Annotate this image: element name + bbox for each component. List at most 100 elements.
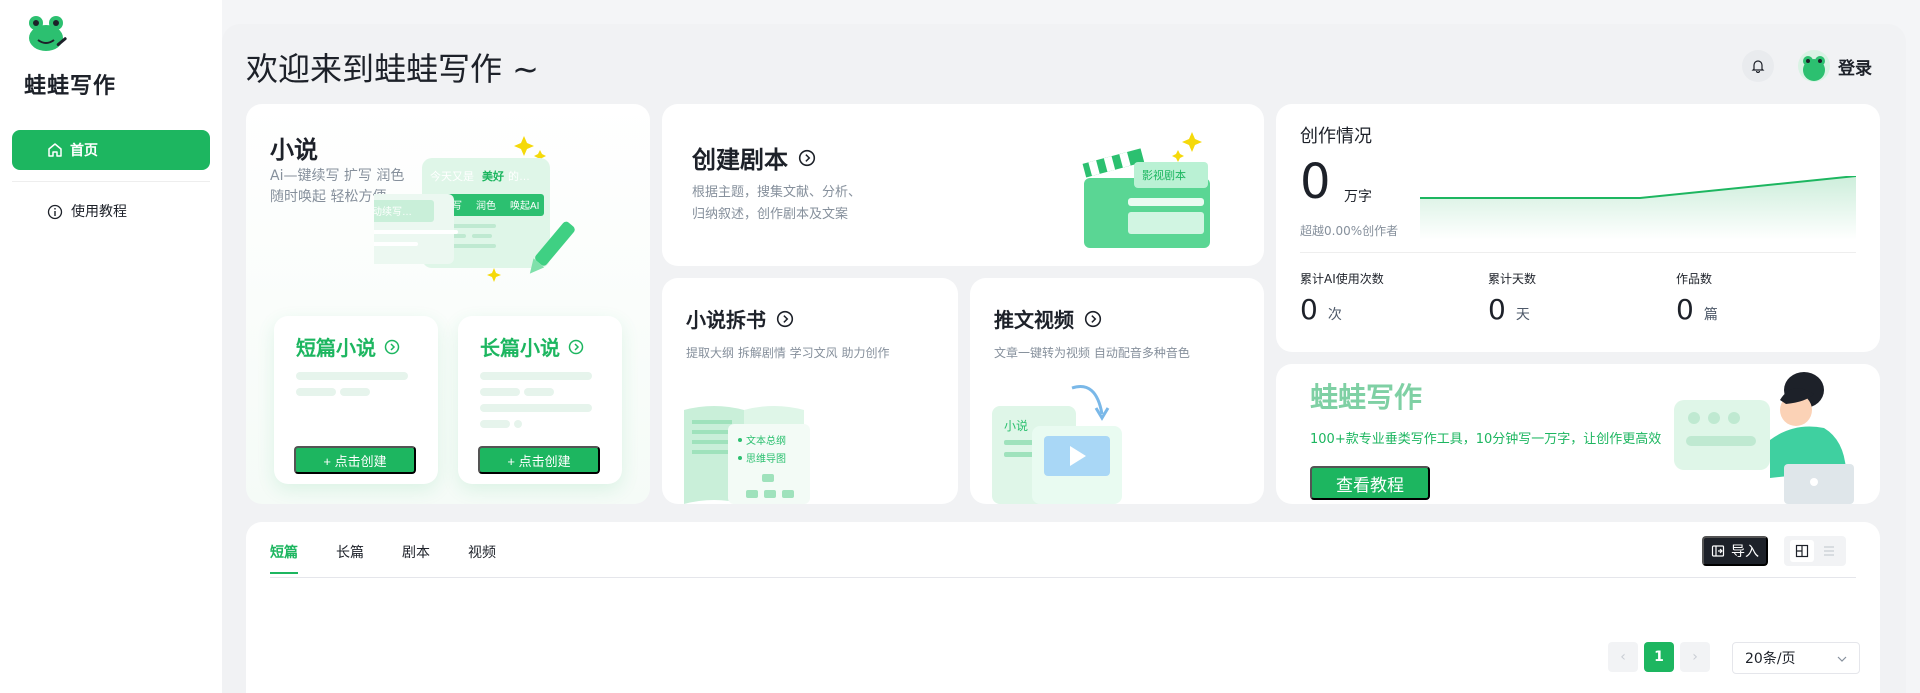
next-page-button[interactable]: ›: [1680, 642, 1710, 672]
novel-chip3: 唤起AI: [510, 199, 539, 212]
arrow-circle-icon: [798, 149, 816, 166]
tabs-underline: [270, 577, 1856, 578]
list-icon: [1823, 546, 1834, 556]
page-size-select[interactable]: 20条/页: [1732, 642, 1860, 674]
chevron-down-icon: [1837, 656, 1847, 662]
arrow-circle-icon: [568, 339, 584, 354]
metric-ai-usage: 累计AI使用次数 0次: [1300, 270, 1384, 326]
clapperboard-illustration: 影视剧本: [1082, 132, 1210, 248]
frog-logo-icon[interactable]: [26, 14, 70, 54]
page-button-current[interactable]: 1: [1644, 642, 1674, 672]
works-tabs: 短篇 长篇 剧本 视频: [270, 542, 496, 574]
brand-name: 蛙蛙写作: [24, 74, 117, 99]
frog-avatar-icon: [1803, 56, 1825, 81]
sidebar-item-tutorial[interactable]: 使用教程: [12, 196, 210, 226]
import-button[interactable]: 导入: [1702, 536, 1768, 566]
novel-split-desc: 提取大纲 拆解剧情 学习文风 助力创作: [686, 346, 890, 360]
works-list-card: 短篇 长篇 剧本 视频 导入 ‹ 1 › 20条/页: [246, 522, 1880, 693]
tab-video[interactable]: 视频: [468, 542, 496, 574]
writer-illustration: [1674, 372, 1854, 504]
view-tutorial-button[interactable]: 查看教程: [1310, 466, 1430, 500]
placeholder-line: [296, 388, 336, 396]
metric-ai-usage-label: 累计AI使用次数: [1300, 272, 1384, 286]
create-script-card[interactable]: 创建剧本 根据主题，搜集文献、分析、 归纳叙述，创作剧本及文案 影视剧本: [662, 104, 1264, 266]
prev-page-button[interactable]: ‹: [1608, 642, 1638, 672]
arrow-circle-icon: [1084, 310, 1102, 327]
script-desc-line2: 归纳叙述，创作剧本及文案: [692, 207, 849, 222]
split-illus-item2: 思维导图: [746, 452, 786, 465]
bell-icon: [1751, 60, 1765, 73]
tweet-video-title-label: 推文视频: [994, 308, 1074, 332]
novel-bubble-text3: 的…: [508, 169, 530, 183]
sidebar-divider: [12, 181, 210, 182]
tweet-video-card[interactable]: 推文视频 文章一键转为视频 自动配音多种音色 小说: [970, 278, 1264, 504]
create-script-title-label: 创建剧本: [692, 146, 788, 174]
metric-days-unit: 天: [1515, 307, 1530, 323]
view-toggle: [1784, 536, 1846, 566]
novel-split-card[interactable]: 小说拆书 提取大纲 拆解剧情 学习文风 助力创作 文本总纲 思维导图: [662, 278, 958, 504]
placeholder-line: [524, 388, 554, 396]
promo-card: 蛙蛙写作 100+款专业垂类写作工具，10分钟写一万字，让创作更高效 查看教程: [1276, 364, 1880, 504]
tweet-video-desc: 文章一键转为视频 自动配音多种音色: [994, 346, 1190, 360]
placeholder-line: [340, 388, 370, 396]
tab-long[interactable]: 长篇: [336, 542, 364, 574]
create-long-novel-button[interactable]: + 点击创建: [478, 446, 600, 474]
placeholder-line: [480, 404, 592, 412]
metric-days: 累计天数 0天: [1488, 270, 1536, 326]
sidebar: 蛙蛙写作 首页 使用教程: [0, 0, 222, 693]
placeholder-line: [514, 420, 522, 428]
novel-autowrite: 自动续写…: [374, 205, 412, 218]
grid-icon: [1795, 544, 1808, 558]
sidebar-item-home[interactable]: 首页: [12, 130, 210, 170]
placeholder-line: [296, 372, 408, 380]
tab-short[interactable]: 短篇: [270, 542, 298, 574]
tweet-video-title: 推文视频: [994, 304, 1102, 333]
stats-percentile: 超越0.00%创作者: [1300, 224, 1399, 238]
home-icon: [48, 143, 62, 157]
creation-stats-card: 创作情况 0 万字 超越0.00%创作者 累计AI使用次数 0次 累计天数 0天…: [1276, 104, 1880, 352]
stats-sparkline: [1420, 176, 1856, 240]
notification-button[interactable]: [1742, 50, 1774, 82]
grid-view-button[interactable]: [1789, 540, 1814, 562]
tab-script[interactable]: 剧本: [402, 542, 430, 574]
metric-ai-usage-unit: 次: [1327, 307, 1342, 323]
placeholder-line: [480, 388, 520, 396]
short-novel-title-label: 短篇小说: [296, 336, 376, 360]
book-illustration: 文本总纲 思维导图: [684, 406, 810, 504]
novel-illustration: 今天又是 美好 的… 扩写 润色 唤起AI 自动续写…: [374, 136, 575, 282]
login-link[interactable]: 登录: [1838, 54, 1872, 79]
list-view-button[interactable]: [1817, 540, 1841, 562]
metric-works-value: 0: [1676, 293, 1694, 326]
avatar[interactable]: [1798, 50, 1830, 82]
long-novel-card[interactable]: 长篇小说 + 点击创建: [458, 316, 622, 484]
info-icon: [47, 204, 63, 220]
stats-title: 创作情况: [1300, 126, 1372, 147]
short-novel-title: 短篇小说: [296, 332, 400, 361]
novel-split-title-label: 小说拆书: [686, 308, 766, 332]
metric-days-value: 0: [1488, 293, 1506, 326]
novel-bubble-text1: 今天又是: [430, 169, 474, 183]
script-desc-line1: 根据主题，搜集文献、分析、: [692, 185, 862, 200]
script-illus-label: 影视剧本: [1142, 168, 1186, 182]
long-novel-title-label: 长篇小说: [480, 336, 560, 360]
metric-works-label: 作品数: [1676, 272, 1713, 286]
page-size-value: 20条/页: [1745, 651, 1796, 667]
create-script-title: 创建剧本: [692, 140, 816, 175]
metric-ai-usage-value: 0: [1300, 293, 1318, 326]
long-novel-title: 长篇小说: [480, 332, 584, 361]
arrow-circle-icon: [776, 310, 794, 327]
stats-divider: [1300, 252, 1856, 253]
stats-total-unit: 万字: [1344, 189, 1372, 205]
sidebar-item-home-label: 首页: [70, 143, 98, 159]
sidebar-item-tutorial-label: 使用教程: [71, 204, 127, 220]
metric-works-unit: 篇: [1703, 307, 1718, 323]
placeholder-line: [480, 372, 592, 380]
create-short-novel-button[interactable]: + 点击创建: [294, 446, 416, 474]
novel-card-title: 小说: [270, 136, 318, 164]
video-illus-label: 小说: [1004, 418, 1028, 433]
split-illus-item1: 文本总纲: [746, 434, 786, 447]
short-novel-card[interactable]: 短篇小说 + 点击创建: [274, 316, 438, 484]
promo-title: 蛙蛙写作: [1310, 381, 1423, 414]
placeholder-line: [480, 420, 510, 428]
import-icon: [1711, 545, 1725, 557]
